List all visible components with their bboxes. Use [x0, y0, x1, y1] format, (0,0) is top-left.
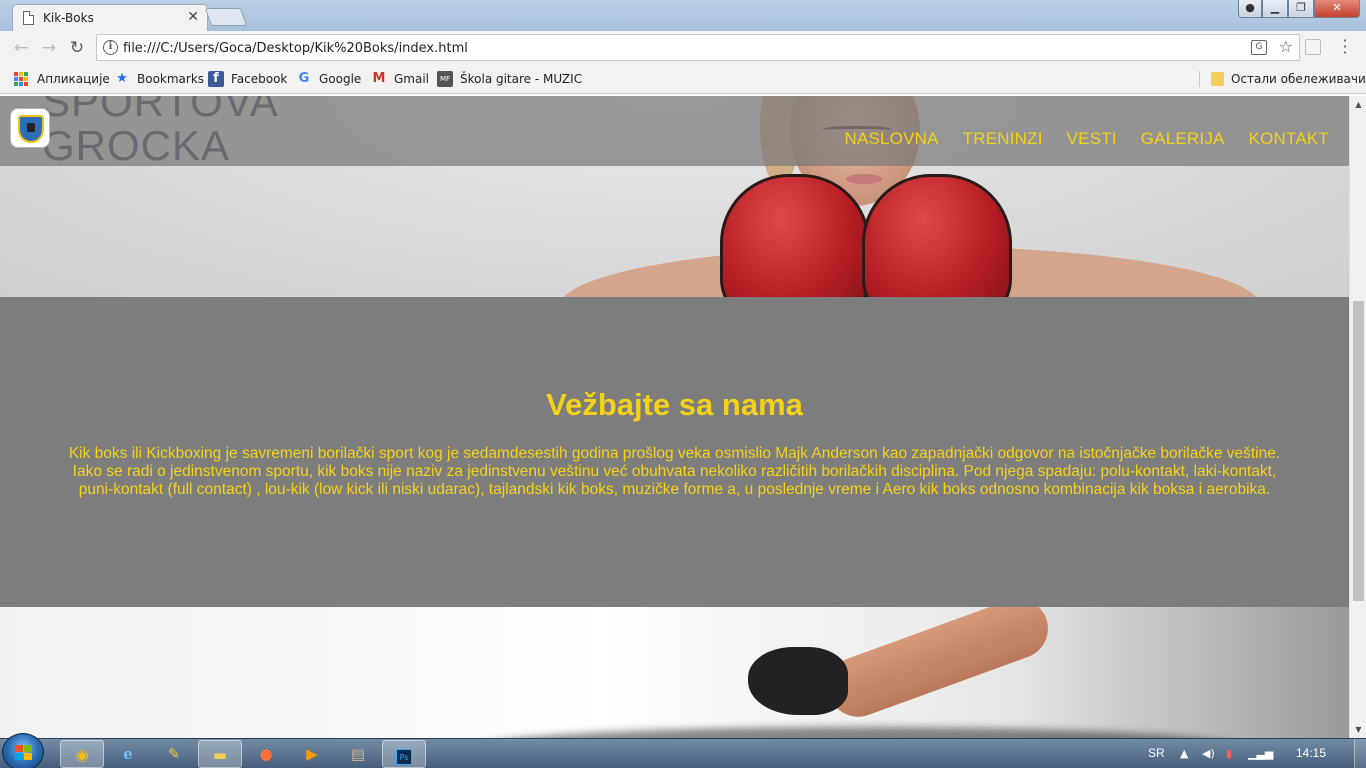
main-nav: NASLOVNA TRENINZI VESTI GALERIJA KONTAKT — [820, 129, 1329, 149]
clock[interactable]: 14:15 — [1296, 746, 1326, 760]
bookmark-label: Facebook — [231, 72, 288, 86]
bookmarks-divider — [1199, 71, 1200, 87]
taskbar-chrome[interactable]: ◉ — [60, 740, 104, 768]
pencil-icon: ✎ — [167, 745, 181, 763]
info-icon[interactable]: i — [103, 40, 118, 55]
maximize-button[interactable]: ❐ — [1288, 0, 1314, 18]
other-bookmarks[interactable]: Остали обележивачи — [1211, 71, 1366, 87]
bookmark-label: Апликације — [37, 72, 110, 86]
tab-close-icon[interactable]: ✕ — [187, 9, 199, 25]
scroll-down-arrow-icon[interactable]: ▼ — [1350, 721, 1366, 738]
browser-toolbar: ← → ↻ i G ☆ ··· — [0, 31, 1366, 64]
bookmark-gmail[interactable]: M Gmail — [371, 71, 429, 87]
start-button[interactable] — [2, 733, 44, 768]
nav-kontakt[interactable]: KONTAKT — [1249, 129, 1329, 149]
intro-section: Vežbajte sa nama Kik boks ili Kickboxing… — [0, 297, 1349, 607]
section-body-text: Kik boks ili Kickboxing je savremeni bor… — [68, 445, 1281, 498]
window-controls: ● ▁ ❐ ✕ — [1238, 0, 1360, 18]
reload-icon[interactable]: ↻ — [66, 37, 88, 59]
windows-taskbar: ◉ e ✎ ▬ ● ▶ ▤ Ps SR ▲ ◀) ▮ ▁▃▅ 14:15 — [0, 733, 1366, 768]
folder-icon — [1211, 72, 1224, 86]
taskbar-media-player[interactable]: ▶ — [290, 740, 334, 768]
firefox-icon: ● — [259, 745, 273, 763]
bookmark-skola-gitare[interactable]: MF Škola gitare - MUZIC — [437, 71, 582, 87]
boxing-glove-left — [720, 174, 870, 297]
show-desktop-button[interactable] — [1354, 739, 1366, 768]
mf-icon: MF — [437, 71, 453, 87]
bookmark-label: Bookmarks — [137, 72, 205, 86]
nav-vesti[interactable]: VESTI — [1067, 129, 1117, 149]
hero-leg — [819, 607, 1057, 726]
tab-title: Kik-Boks — [43, 11, 94, 25]
taskbar-app[interactable]: ✎ — [152, 740, 196, 768]
forward-arrow-icon[interactable]: → — [38, 37, 60, 59]
network-icon[interactable]: ▁▃▅ — [1248, 747, 1273, 760]
folder-icon: ▬ — [212, 746, 228, 764]
boxing-glove-right — [862, 174, 1012, 297]
windows-logo-icon — [15, 745, 32, 760]
profile-icon[interactable]: ● — [1238, 0, 1262, 18]
address-bar[interactable]: i G ☆ — [96, 34, 1300, 61]
page-viewport: SPORTOVA GROCKA NASLOVNA TRENINZI VESTI … — [0, 96, 1349, 738]
other-bookmarks-label: Остали обележивачи — [1231, 72, 1366, 86]
browser-titlebar: Kik-Boks ✕ ● ▁ ❐ ✕ — [0, 0, 1366, 31]
site-brand: SPORTOVA GROCKA — [42, 96, 279, 168]
site-header: SPORTOVA GROCKA NASLOVNA TRENINZI VESTI … — [0, 96, 1349, 168]
hero-shadow — [480, 727, 1240, 738]
bookmark-label: Škola gitare - MUZIC — [460, 72, 583, 86]
bookmark-bookmarks[interactable]: ★ Bookmarks — [114, 71, 204, 87]
brand-line-2: GROCKA — [42, 122, 231, 169]
close-window-button[interactable]: ✕ — [1314, 0, 1360, 18]
volume-icon[interactable]: ◀) — [1202, 747, 1215, 760]
browser-tab[interactable]: Kik-Boks ✕ — [12, 4, 208, 31]
language-indicator[interactable]: SR — [1148, 746, 1165, 760]
page-scrollbar[interactable]: ▲ ▼ — [1349, 96, 1366, 738]
scroll-up-arrow-icon[interactable]: ▲ — [1350, 96, 1366, 113]
nav-galerija[interactable]: GALERIJA — [1141, 129, 1225, 149]
taskbar-photoshop[interactable]: Ps — [382, 740, 426, 768]
notepad-icon: ▤ — [350, 745, 366, 763]
bookmark-star-icon[interactable]: ☆ — [1279, 37, 1293, 56]
sneaker-icon — [748, 647, 848, 715]
taskbar-editor[interactable]: ▤ — [336, 740, 380, 768]
tray-expand-icon[interactable]: ▲ — [1180, 747, 1188, 760]
chrome-menu-icon[interactable]: · · · — [1338, 33, 1352, 61]
minimize-button[interactable]: ▁ — [1262, 0, 1288, 18]
apps-grid-icon — [14, 72, 28, 86]
power-icon[interactable]: ▮ — [1226, 747, 1232, 760]
club-logo[interactable] — [10, 108, 50, 148]
crest-icon — [18, 115, 44, 143]
taskbar-firefox[interactable]: ● — [244, 740, 288, 768]
internet-explorer-icon: e — [123, 745, 133, 763]
bookmark-label: Gmail — [394, 72, 430, 86]
facebook-icon: f — [208, 71, 224, 87]
hero-lips — [846, 174, 882, 184]
hero-image-kick — [0, 607, 1349, 738]
page-icon — [23, 11, 34, 25]
bookmarks-bar: Апликације ★ Bookmarks f Facebook G Goog… — [0, 64, 1366, 94]
bookmark-facebook[interactable]: f Facebook — [208, 71, 287, 87]
google-icon: G — [298, 71, 310, 86]
play-icon: ▶ — [306, 745, 318, 763]
back-arrow-icon[interactable]: ← — [10, 37, 32, 59]
bookmark-apps[interactable]: Апликације — [14, 71, 110, 87]
chrome-icon: ◉ — [75, 746, 89, 764]
star-icon: ★ — [116, 71, 128, 86]
taskbar-ie[interactable]: e — [106, 740, 150, 768]
extension-icon[interactable] — [1305, 39, 1321, 55]
gmail-icon: M — [372, 71, 386, 86]
new-tab-button[interactable] — [204, 8, 248, 26]
translate-icon[interactable]: G — [1251, 40, 1267, 55]
url-input[interactable] — [123, 38, 1223, 58]
nav-naslovna[interactable]: NASLOVNA — [844, 129, 938, 149]
nav-treninzi[interactable]: TRENINZI — [963, 129, 1043, 149]
bookmark-label: Google — [319, 72, 362, 86]
photoshop-icon: Ps — [396, 749, 412, 765]
bookmark-google[interactable]: G Google — [296, 71, 362, 87]
brand-line-1: SPORTOVA — [42, 96, 279, 125]
section-heading: Vežbajte sa nama — [546, 387, 803, 422]
taskbar-explorer[interactable]: ▬ — [198, 740, 242, 768]
scroll-thumb[interactable] — [1353, 301, 1364, 601]
